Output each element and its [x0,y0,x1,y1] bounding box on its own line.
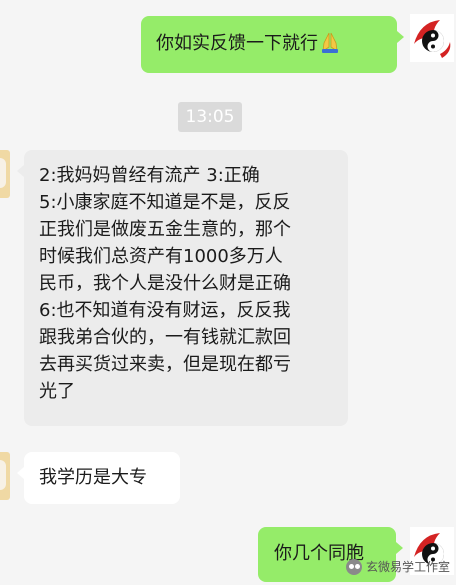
folded-hands-icon [320,31,340,61]
watermark-text: 玄微易学工作室 [365,560,450,574]
message-text: 你如实反馈一下就行 [156,33,318,54]
message-line: 跟我弟合伙的，一有钱就汇款回 [39,327,291,348]
message-timestamp: 13:05 [178,102,242,132]
received-message-bubble[interactable]: 2:我妈妈曾经有流产 3:正确 5:小康家庭不知道是不是，反反 正我们是做废五金… [17,150,348,426]
message-line: 2:我妈妈曾经有流产 3:正确 [39,165,260,186]
message-line: 光了 [39,381,75,402]
contact-avatar[interactable] [0,150,10,198]
received-message-bubble[interactable]: 我学历是大专 [17,452,180,504]
my-avatar[interactable] [410,14,454,62]
message-text: 我学历是大专 [39,467,147,488]
message-line: 5:小康家庭不知道是不是，反反 [39,192,291,213]
wechat-icon [345,558,362,575]
watermark: 玄微易学工作室 [345,558,450,575]
message-line: 6:也不知道有没有财运，反反我 [39,300,291,321]
message-line: 正我们是做废五金生意的，那个 [39,219,291,240]
message-line: 去再买货过来卖，但是现在都亏 [39,354,291,375]
message-line: 时候我们总资产有1000多万人 [39,246,283,267]
message-line: 民币，我个人是没什么财是正确 [39,273,291,294]
contact-avatar[interactable] [0,452,10,500]
sent-message-bubble[interactable]: 你如实反馈一下就行 [141,16,404,73]
yin-yang-logo-icon [414,20,451,58]
